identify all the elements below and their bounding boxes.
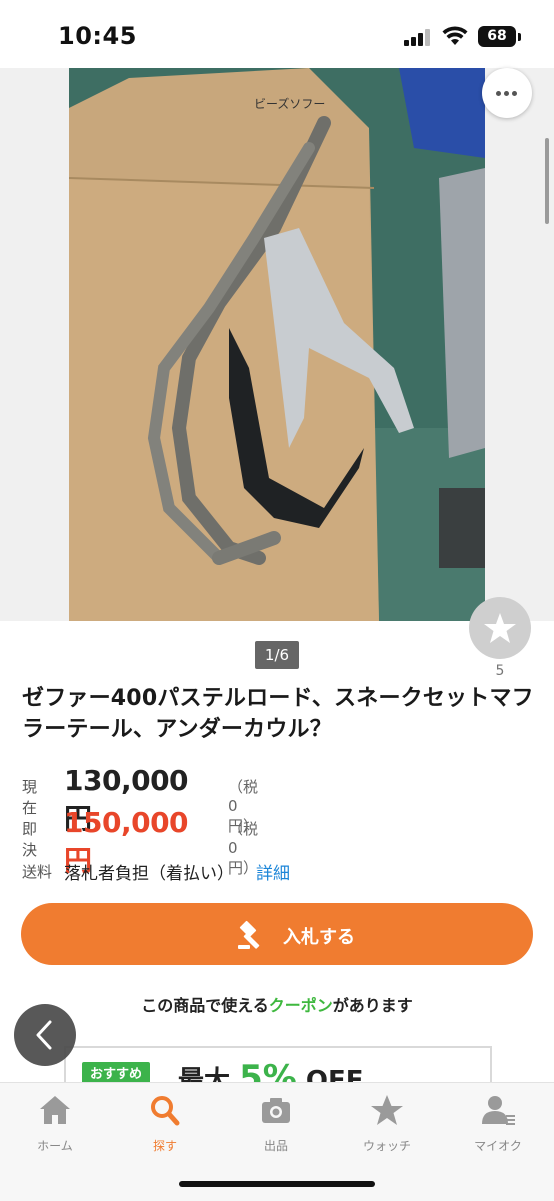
battery-nub <box>518 33 521 41</box>
nav-sell-label: 出品 <box>263 1139 288 1153</box>
nav-myauction-label: マイオク <box>474 1139 522 1153</box>
scroll-indicator <box>545 138 549 224</box>
star-icon <box>371 1095 403 1125</box>
coupon-text-prefix: この商品で使える <box>141 996 269 1015</box>
shipping-detail-link[interactable]: 詳細 <box>256 859 290 884</box>
current-price-label: 現在 <box>22 778 38 817</box>
svg-text:ビーズソフー: ビーズソフー <box>254 96 325 111</box>
coupon-text-highlight: クーポン <box>268 996 333 1015</box>
more-options-button[interactable] <box>482 68 532 118</box>
status-time: 10:45 <box>58 22 137 50</box>
chevron-left-icon <box>36 1020 52 1050</box>
product-photo[interactable]: ビーズソフー <box>69 68 485 621</box>
nav-sell[interactable]: 出品 <box>221 1093 331 1154</box>
photo-page-indicator: 1/6 <box>255 641 299 669</box>
nav-search[interactable]: 探す <box>110 1093 220 1154</box>
home-icon <box>40 1096 70 1124</box>
gavel-icon <box>238 920 260 949</box>
product-photo-image: ビーズソフー <box>69 68 485 621</box>
status-bar: 10:45 68 <box>0 0 554 68</box>
star-icon <box>484 613 516 643</box>
back-button[interactable] <box>14 1004 76 1066</box>
shipping-label: 送料 <box>22 863 53 881</box>
nav-home[interactable]: ホーム <box>0 1093 110 1154</box>
nav-watch[interactable]: ウォッチ <box>332 1093 442 1154</box>
coupon-text-suffix: があります <box>332 996 413 1015</box>
watch-button[interactable] <box>469 597 531 659</box>
battery-icon: 68 <box>478 26 516 47</box>
search-icon <box>151 1096 180 1126</box>
buyout-price-label: 即決 <box>22 820 38 859</box>
user-icon <box>482 1096 515 1125</box>
cellular-signal-icon <box>404 28 432 46</box>
item-title: ゼファー400パステルロード、スネークセットマフラーテール、アンダーカウル？ <box>22 686 534 742</box>
home-indicator <box>179 1181 375 1187</box>
shipping-value: 落札者負担（着払い） <box>64 864 234 884</box>
nav-myauction[interactable]: マイオク <box>443 1093 553 1154</box>
bid-button[interactable]: 入札する <box>21 903 533 965</box>
nav-search-label: 探す <box>152 1139 177 1153</box>
nav-home-label: ホーム <box>37 1139 73 1153</box>
photo-gallery[interactable]: ビーズソフー <box>0 68 554 621</box>
camera-icon <box>262 1098 290 1123</box>
watch-count: 5 <box>495 663 505 679</box>
coupon-available-text[interactable]: この商品で使えるクーポンがあります <box>0 992 554 1016</box>
nav-watch-label: ウォッチ <box>362 1139 411 1153</box>
wifi-icon <box>442 26 468 45</box>
bid-button-label: 入札する <box>283 927 355 948</box>
